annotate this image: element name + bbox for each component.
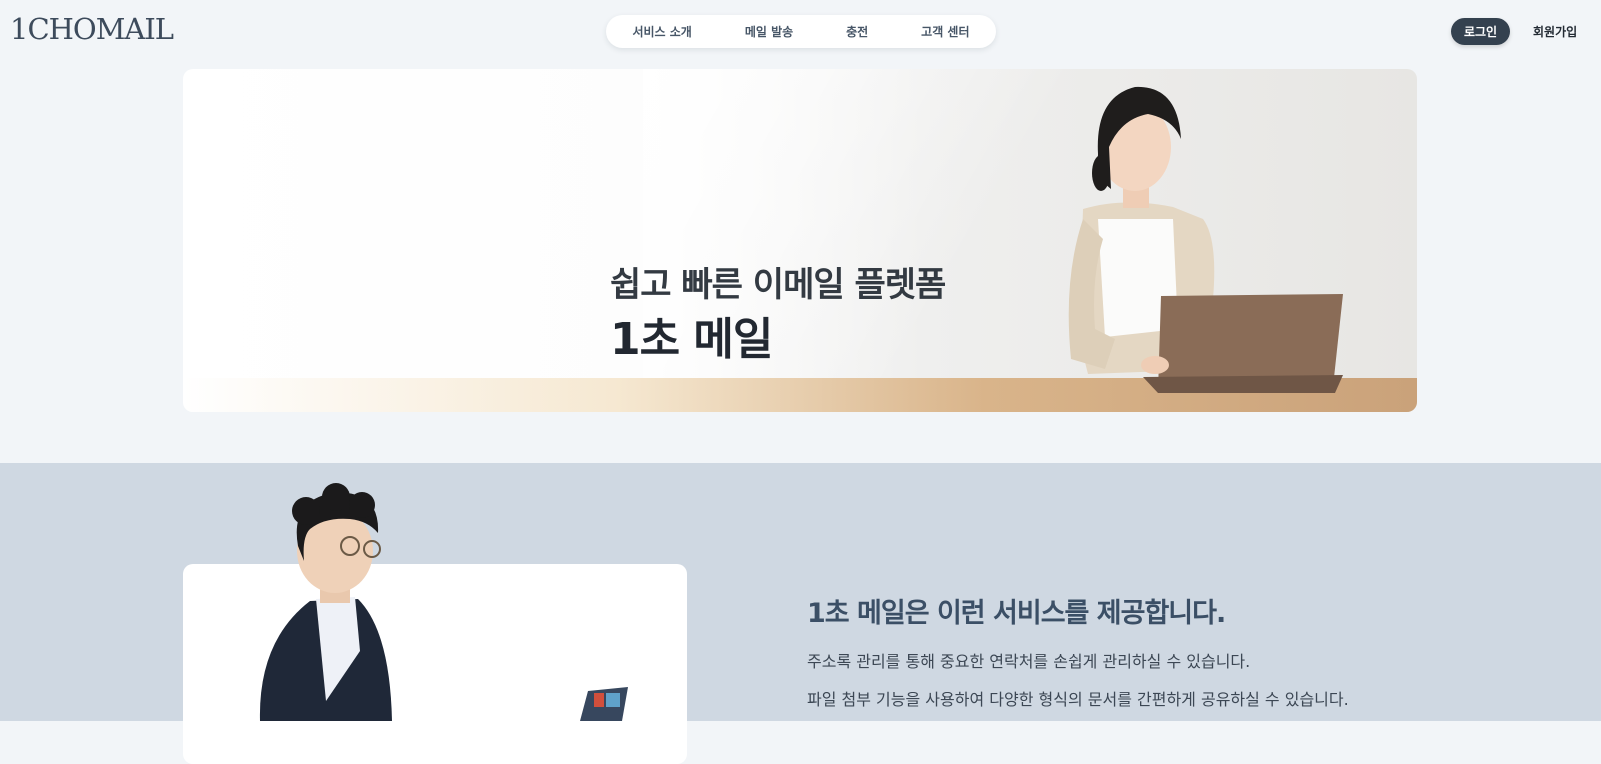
login-button[interactable]: 로그인 xyxy=(1451,18,1510,45)
woman-with-laptop-image xyxy=(1068,86,1343,393)
laptop-screen-image xyxy=(580,687,628,721)
logo[interactable]: 1CHOMAIL xyxy=(10,12,174,46)
main-nav: 서비스 소개 메일 발송 충전 고객 센터 xyxy=(606,15,996,48)
nav-item-service-intro[interactable]: 서비스 소개 xyxy=(632,23,691,40)
hero-subtitle: 쉽고 빠른 이메일 플렛폼 xyxy=(610,265,946,305)
man-with-glasses-image xyxy=(259,483,392,721)
service-description-2: 파일 첨부 기능을 사용하여 다양한 형식의 문서를 간편하게 공유하실 수 있… xyxy=(807,690,1349,709)
hero-banner: 쉽고 빠른 이메일 플렛폼 1초 메일 xyxy=(183,69,1417,412)
nav-item-send-mail[interactable]: 메일 발송 xyxy=(745,23,793,40)
nav-item-customer-center[interactable]: 고객 센터 xyxy=(921,23,969,40)
services-title: 1초 메일은 이런 서비스를 제공합니다. xyxy=(807,598,1226,629)
service-description-1: 주소록 관리를 통해 중요한 연락처를 손쉽게 관리하실 수 있습니다. xyxy=(807,652,1251,671)
services-section: 1초 메일은 이런 서비스를 제공합니다. 주소록 관리를 통해 중요한 연락처… xyxy=(0,463,1601,764)
nav-item-charge[interactable]: 충전 xyxy=(846,23,868,40)
hero-title: 1초 메일 xyxy=(610,314,773,365)
signup-link[interactable]: 회원가입 xyxy=(1533,18,1577,45)
